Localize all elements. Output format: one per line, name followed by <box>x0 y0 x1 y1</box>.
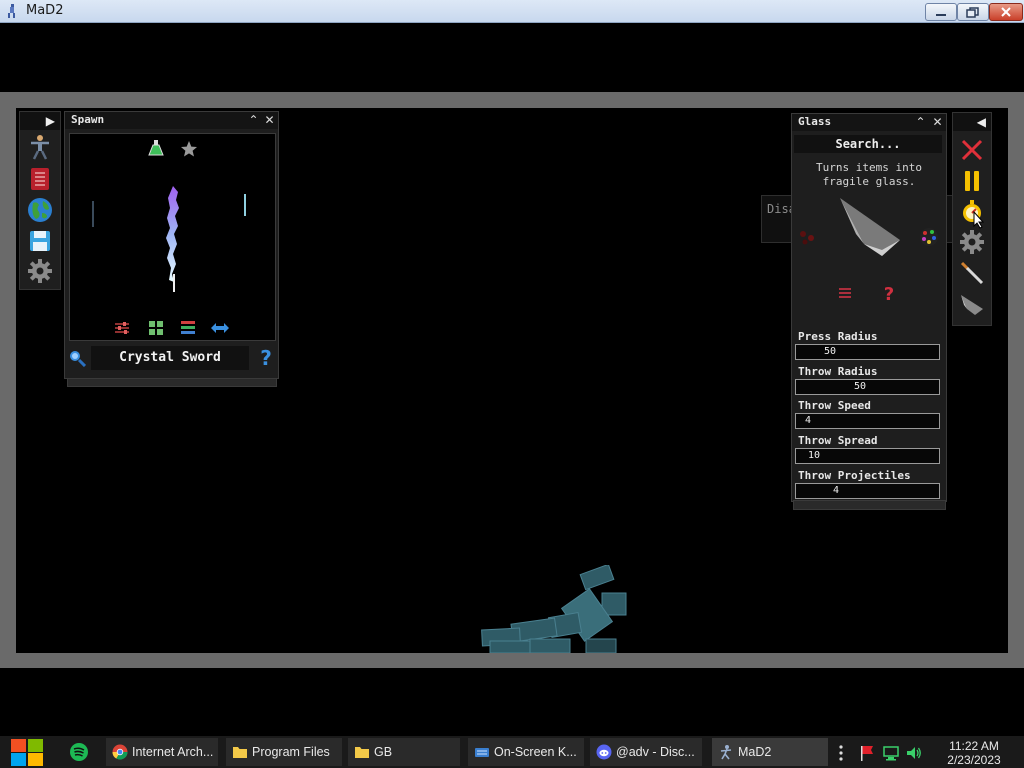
minimize-button[interactable] <box>925 3 957 21</box>
mad2-icon <box>720 745 732 760</box>
spawn-search-row: Crystal Sword ? <box>65 344 278 374</box>
close-icon[interactable]: ✕ <box>263 114 276 127</box>
magnifier-icon[interactable] <box>68 349 86 367</box>
network-icon[interactable] <box>882 744 900 762</box>
glass-shard-icon[interactable] <box>959 291 985 317</box>
list-icon[interactable] <box>180 320 196 336</box>
clock-date: 2/23/2023 <box>947 753 1001 767</box>
folder-icon <box>233 747 247 758</box>
knife-icon[interactable] <box>959 260 985 286</box>
volume-icon[interactable] <box>905 744 923 762</box>
glass-panel-footer <box>793 500 946 510</box>
spawn-item-name[interactable]: Crystal Sword <box>91 346 249 370</box>
collapse-button[interactable]: ⌃ <box>247 114 260 127</box>
close-icon[interactable]: ✕ <box>931 116 944 129</box>
red-flag-icon[interactable] <box>858 744 876 762</box>
folder-icon <box>355 747 369 758</box>
taskbar-item-on-screen-keyboard[interactable]: On-Screen K... <box>468 738 584 766</box>
spawn-panel-header[interactable]: Spawn ⌃ ✕ <box>65 112 278 129</box>
throw-speed-label: Throw Speed <box>798 399 871 412</box>
mouse-cursor-icon <box>973 211 985 229</box>
glass-panel: Glass ⌃ ✕ Search... Turns items into fra… <box>791 113 947 502</box>
svg-text:?: ? <box>260 348 272 368</box>
close-button[interactable] <box>989 3 1023 21</box>
left-toolbar-header: ▶ <box>20 112 60 130</box>
windows-start-icon[interactable] <box>10 738 44 767</box>
taskbar-item-gb[interactable]: GB <box>348 738 460 766</box>
glass-ragdoll[interactable] <box>470 565 640 653</box>
throw-speed-field[interactable]: 4 <box>795 413 940 429</box>
color-particles-icon <box>920 228 938 246</box>
floppy-disk-icon[interactable] <box>27 228 53 254</box>
spawn-panel-title: Spawn <box>71 113 105 126</box>
right-toolbar-header: ◀ <box>953 113 991 131</box>
prev-item-preview[interactable] <box>90 201 96 227</box>
keyboard-icon <box>475 748 489 757</box>
svg-text:?: ? <box>884 284 894 303</box>
glass-panel-header[interactable]: Glass ⌃ ✕ <box>792 114 946 131</box>
throw-spread-field[interactable]: 10 <box>795 448 940 464</box>
press-radius-label: Press Radius <box>798 330 878 343</box>
window-titlebar[interactable]: MaD2 <box>0 0 1024 23</box>
sliders-icon[interactable] <box>114 320 130 336</box>
grid-icon[interactable] <box>148 320 164 336</box>
star-icon[interactable] <box>180 140 198 158</box>
discord-icon <box>596 744 612 760</box>
throw-spread-label: Throw Spread <box>798 434 878 447</box>
question-icon[interactable]: ? <box>882 283 896 303</box>
gear-icon[interactable] <box>27 258 53 284</box>
collapse-button[interactable]: ⌃ <box>914 116 927 129</box>
spawn-preview[interactable] <box>69 133 276 341</box>
red-book-icon[interactable] <box>27 166 53 192</box>
right-toolbar: ◀ <box>952 112 992 326</box>
throw-radius-label: Throw Radius <box>798 365 878 378</box>
taskbar-item-mad2[interactable]: MaD2 <box>712 738 828 766</box>
throw-radius-field[interactable]: 50 <box>795 379 940 395</box>
glass-panel-title: Glass <box>798 115 832 128</box>
window-title: MaD2 <box>26 3 64 18</box>
potion-icon[interactable] <box>148 139 164 157</box>
red-particles-icon <box>800 231 814 245</box>
more-options-icon[interactable] <box>836 744 846 762</box>
globe-icon[interactable] <box>27 197 53 223</box>
maximize-button[interactable] <box>957 3 989 21</box>
stickman-icon[interactable] <box>27 134 53 160</box>
spawn-panel: Spawn ⌃ ✕ Crystal Sword ? <box>64 111 279 379</box>
chevron-right-icon[interactable]: ▶ <box>46 114 55 128</box>
glass-search-input[interactable]: Search... <box>794 135 942 153</box>
taskbar-item-internet-archive[interactable]: Internet Arch... <box>106 738 218 766</box>
taskbar-item-program-files[interactable]: Program Files <box>226 738 342 766</box>
question-icon[interactable]: ? <box>258 348 274 368</box>
menu-lines-icon[interactable] <box>838 286 852 300</box>
left-toolbar: ▶ <box>19 111 61 290</box>
taskbar-clock[interactable]: 11:22 AM 2/23/2023 <box>932 739 1016 767</box>
pause-icon[interactable] <box>959 168 985 194</box>
throw-projectiles-field[interactable]: 4 <box>795 483 940 499</box>
throw-projectiles-label: Throw Projectiles <box>798 469 911 482</box>
clock-time: 11:22 AM <box>949 739 999 753</box>
swap-arrows-icon[interactable] <box>210 321 230 335</box>
glass-description: Turns items into fragile glass. <box>816 161 922 188</box>
mad2-app-icon <box>8 4 15 18</box>
chevron-left-icon[interactable]: ◀ <box>977 115 986 129</box>
gear-icon[interactable] <box>959 229 985 255</box>
taskbar-item-discord[interactable]: @adv - Disc... <box>590 738 702 766</box>
chrome-icon <box>112 744 128 760</box>
glass-shard-preview <box>840 198 900 256</box>
press-radius-field[interactable]: 50 <box>795 344 940 360</box>
spawn-panel-footer <box>67 378 277 387</box>
crystal-sword-preview[interactable] <box>163 184 183 294</box>
red-x-icon[interactable] <box>959 137 985 163</box>
next-item-preview[interactable] <box>242 194 248 220</box>
spotify-icon[interactable] <box>69 742 89 762</box>
